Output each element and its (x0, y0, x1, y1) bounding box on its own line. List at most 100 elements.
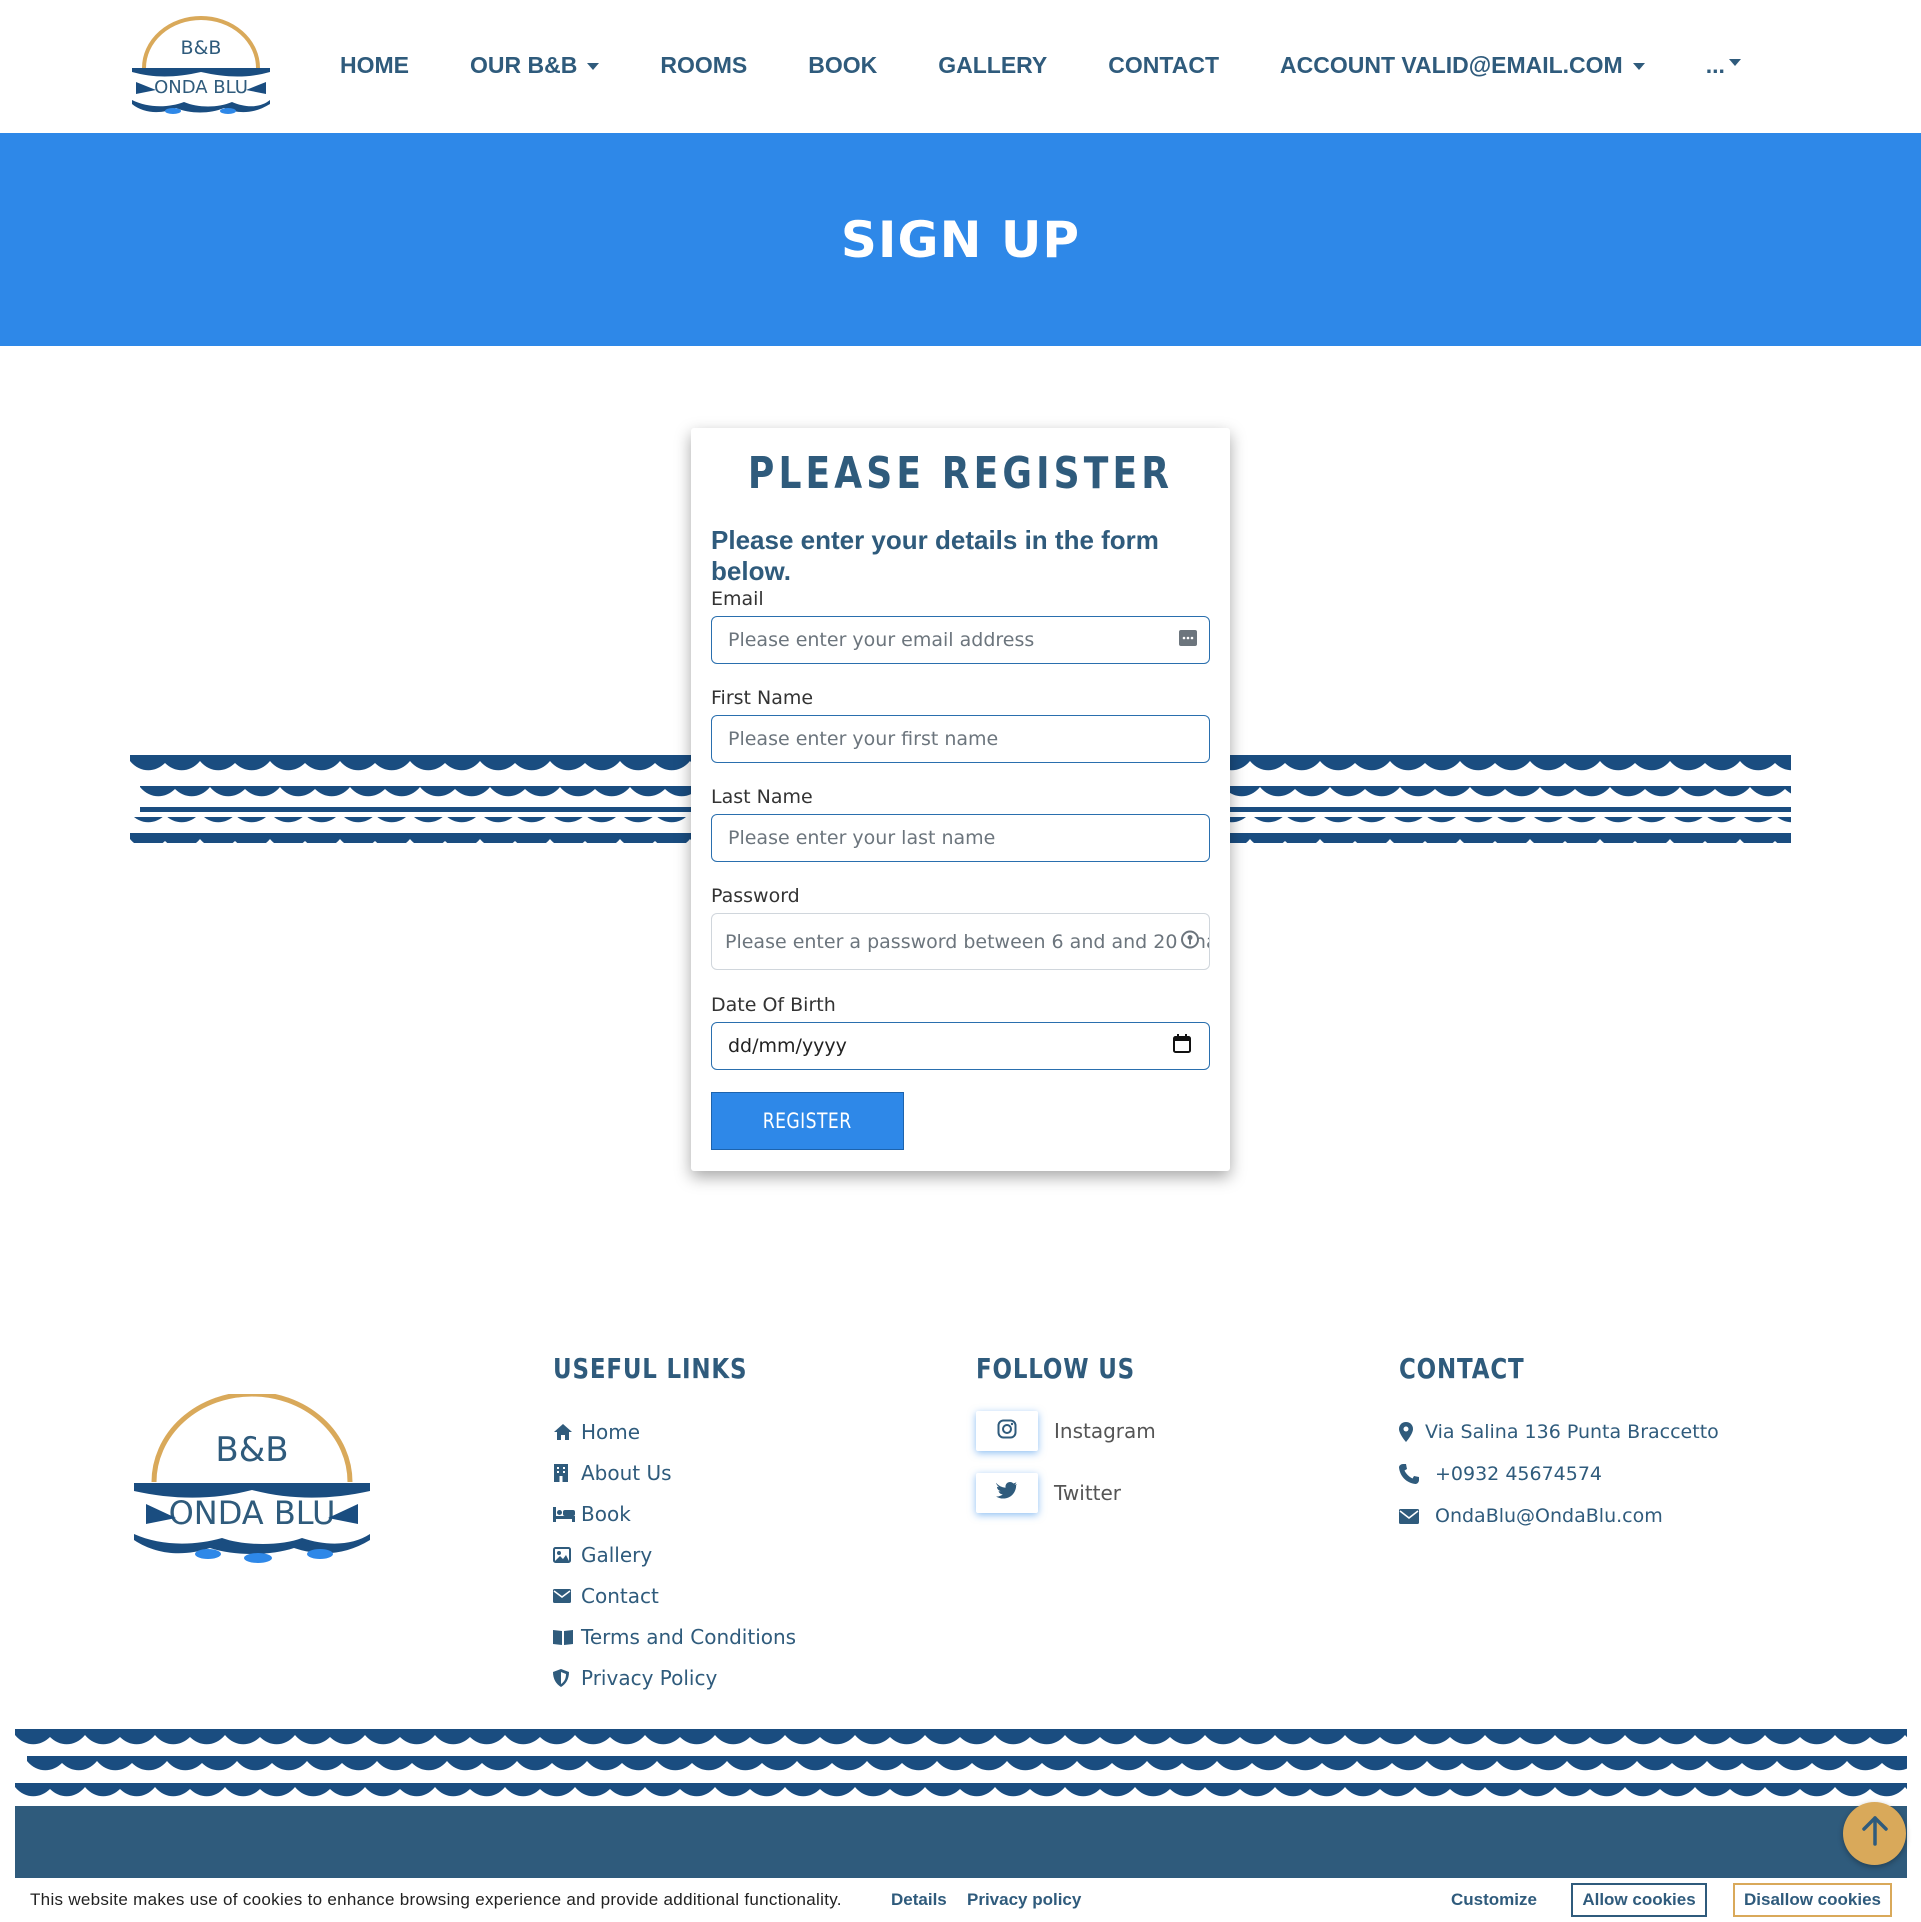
last-name-field[interactable]: Please enter your last name (711, 814, 1210, 862)
nav-book[interactable]: BOOK (808, 52, 877, 79)
cookie-details-link[interactable]: Details (891, 1890, 947, 1910)
email-label: Email (711, 588, 764, 610)
nav-gallery-label: GALLERY (938, 51, 1048, 78)
cookie-text: This website makes use of cookies to enh… (30, 1890, 842, 1909)
disallow-cookies-button[interactable]: Disallow cookies (1733, 1883, 1892, 1917)
shield-icon (553, 1668, 581, 1687)
footer-useful-links: USEFUL LINKS Home About Us Book Gallery … (553, 1352, 796, 1698)
email-placeholder: Please enter your email address (728, 629, 1035, 651)
footer-link-about[interactable]: About Us (553, 1452, 796, 1493)
twitter-icon (996, 1481, 1018, 1505)
cookie-customize-link[interactable]: Customize (1451, 1890, 1537, 1910)
phone-icon (1399, 1464, 1435, 1484)
twitter-button[interactable] (976, 1473, 1038, 1513)
allow-cookies-label: Allow cookies (1582, 1890, 1696, 1909)
footer-logo-bottom-text: ONDA BLU (169, 1494, 336, 1532)
bed-icon (553, 1506, 581, 1522)
dob-label: Date Of Birth (711, 994, 836, 1016)
footer-link-contact[interactable]: Contact (553, 1575, 796, 1616)
footer-band (15, 1806, 1907, 1878)
footer-link-privacy[interactable]: Privacy Policy (553, 1657, 796, 1698)
nav-account[interactable]: ACCOUNT VALID@EMAIL.COM (1280, 52, 1645, 79)
footer-link-book[interactable]: Book (553, 1493, 796, 1534)
register-button[interactable]: REGISTER (711, 1092, 904, 1150)
nav-more-label: ... (1705, 51, 1725, 78)
map-pin-icon (1399, 1422, 1425, 1442)
register-button-label: REGISTER (763, 1109, 852, 1133)
footer-link-contact-label: Contact (581, 1583, 659, 1608)
contact-email-text: OndaBlu@OndaBlu.com (1435, 1505, 1663, 1527)
contact-list: Via Salina 136 Punta Braccetto +0932 456… (1399, 1411, 1719, 1537)
contact-phone[interactable]: +0932 45674574 (1399, 1453, 1719, 1495)
allow-cookies-button[interactable]: Allow cookies (1571, 1883, 1707, 1917)
nav-account-label: ACCOUNT VALID@EMAIL.COM (1280, 51, 1623, 78)
contact-email[interactable]: OndaBlu@OndaBlu.com (1399, 1495, 1719, 1537)
envelope-icon (1399, 1508, 1435, 1524)
form-title: PLEASE REGISTER (747, 448, 1174, 499)
email-field[interactable]: Please enter your email address (711, 616, 1210, 664)
building-icon (553, 1463, 581, 1482)
key-icon[interactable] (1181, 930, 1199, 953)
dob-field-group: Date Of Birth dd/mm/yyyy (711, 994, 1210, 1070)
footer-link-gallery-label: Gallery (581, 1542, 653, 1567)
follow-us-title: FOLLOW US (976, 1352, 1136, 1385)
footer-logo[interactable]: B&B ONDA BLU (130, 1391, 374, 1564)
last-name-field-group: Last Name Please enter your last name (711, 786, 1210, 862)
useful-links-title: USEFUL LINKS (553, 1352, 748, 1385)
contact-title: CONTACT (1399, 1352, 1525, 1385)
nav-rooms[interactable]: ROOMS (660, 52, 747, 79)
scroll-to-top-button[interactable] (1843, 1802, 1906, 1865)
form-subtitle: Please enter your details in the form be… (711, 525, 1159, 586)
nav-contact[interactable]: CONTACT (1108, 52, 1219, 79)
follow-instagram[interactable]: Instagram (976, 1411, 1170, 1451)
nav-gallery[interactable]: GALLERY (938, 52, 1047, 79)
footer-link-gallery[interactable]: Gallery (553, 1534, 796, 1575)
logo-top-text: B&B (181, 37, 222, 59)
footer-contact: CONTACT Via Salina 136 Punta Braccetto +… (1399, 1352, 1719, 1537)
password-field-group: Password Please enter a password between… (711, 885, 1210, 970)
dob-field[interactable]: dd/mm/yyyy (711, 1022, 1210, 1070)
chevron-down-icon (1728, 58, 1741, 66)
nav-rooms-label: ROOMS (660, 51, 748, 78)
home-icon (553, 1423, 581, 1441)
password-placeholder: Please enter a password between 6 and an… (725, 930, 1210, 953)
contact-address: Via Salina 136 Punta Braccetto (1399, 1411, 1719, 1453)
footer-logo-top-text: B&B (215, 1430, 288, 1470)
hero-banner: SIGN UP (0, 133, 1921, 346)
main-nav: HOME OUR B&B ROOMS BOOK GALLERY CONTACT … (340, 0, 1802, 130)
footer-link-about-label: About Us (581, 1460, 672, 1485)
brand-logo[interactable]: B&B ONDA BLU (128, 16, 274, 116)
password-field[interactable]: Please enter a password between 6 and an… (711, 913, 1210, 970)
footer-link-home[interactable]: Home (553, 1411, 796, 1452)
chevron-down-icon (587, 62, 600, 70)
follow-twitter[interactable]: Twitter (976, 1473, 1170, 1513)
disallow-cookies-label: Disallow cookies (1744, 1890, 1881, 1909)
page-title: SIGN UP (840, 210, 1081, 269)
register-card: PLEASE REGISTER Please enter your detail… (691, 428, 1230, 1171)
nav-book-label: BOOK (808, 51, 878, 78)
dob-placeholder: dd/mm/yyyy (728, 1035, 847, 1057)
nav-home[interactable]: HOME (340, 52, 409, 79)
nav-contact-label: CONTACT (1108, 51, 1220, 78)
nav-more[interactable]: ... (1706, 52, 1741, 79)
autofill-icon[interactable] (1179, 629, 1197, 651)
instagram-button[interactable] (976, 1411, 1038, 1451)
nav-our-bb[interactable]: OUR B&B (470, 52, 600, 79)
follow-list: Instagram Twitter (976, 1411, 1170, 1513)
cookie-privacy-link[interactable]: Privacy policy (967, 1890, 1081, 1910)
image-icon (553, 1546, 581, 1563)
email-field-group: Email Please enter your email address (711, 588, 1210, 664)
first-name-field[interactable]: Please enter your first name (711, 715, 1210, 763)
envelope-icon (553, 1588, 581, 1603)
chevron-down-icon (1632, 62, 1645, 70)
footer-link-terms[interactable]: Terms and Conditions (553, 1616, 796, 1657)
contact-address-text: Via Salina 136 Punta Braccetto (1425, 1421, 1719, 1443)
twitter-label[interactable]: Twitter (1054, 1481, 1121, 1505)
useful-links-list: Home About Us Book Gallery Contact Terms… (553, 1411, 796, 1698)
calendar-icon[interactable] (1173, 1034, 1191, 1058)
instagram-label[interactable]: Instagram (1054, 1419, 1156, 1443)
footer-link-privacy-label: Privacy Policy (581, 1665, 718, 1690)
footer-follow-us: FOLLOW US Instagram Twitter (976, 1352, 1170, 1535)
contact-phone-text: +0932 45674574 (1435, 1463, 1603, 1485)
password-label: Password (711, 885, 800, 907)
